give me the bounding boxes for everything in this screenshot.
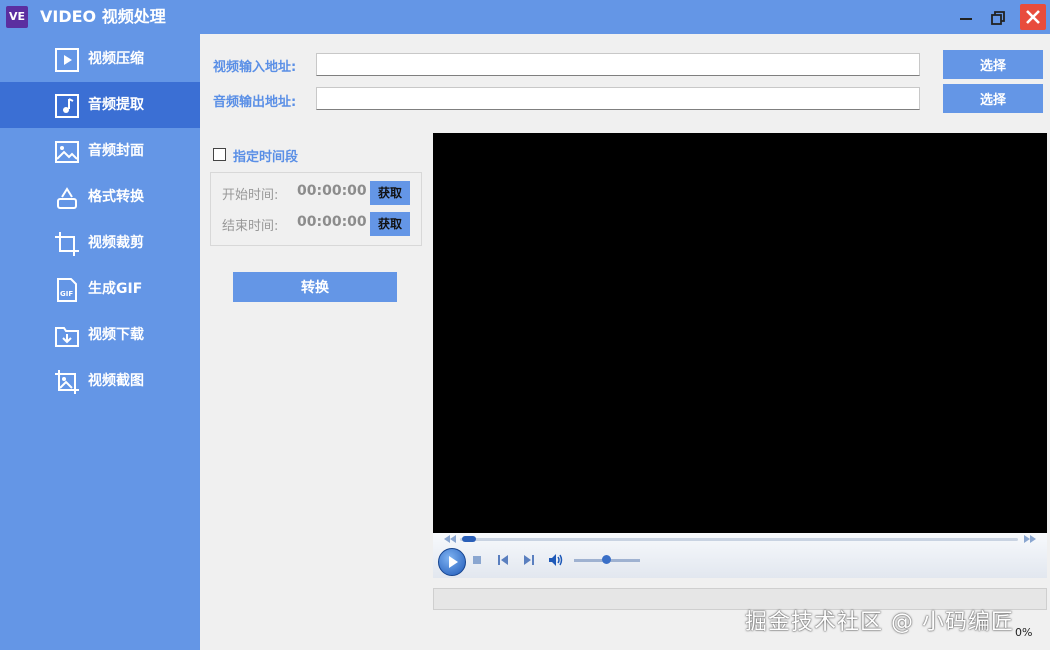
seek-bar[interactable] [460, 538, 1018, 541]
start-time-value: 00:00:00 [297, 183, 367, 199]
sidebar-item-video-crop[interactable]: 视频裁剪 [0, 220, 200, 266]
play-button[interactable] [438, 548, 466, 576]
sidebar-item-format-convert[interactable]: 格式转换 [0, 174, 200, 220]
audio-output-label: 音频输出地址: [213, 95, 297, 110]
restore-icon[interactable] [988, 8, 1008, 28]
stop-icon[interactable] [472, 555, 482, 565]
sidebar-item-audio-extract[interactable]: 音频提取 [0, 82, 200, 128]
sidebar-item-make-gif[interactable]: GIF 生成GIF [0, 266, 200, 312]
svg-text:GIF: GIF [60, 290, 73, 298]
time-range-checkbox[interactable] [213, 148, 226, 161]
rewind-icon[interactable] [444, 535, 456, 543]
sidebar-item-video-compress[interactable]: 视频压缩 [0, 36, 200, 82]
convert-icon [57, 187, 77, 209]
sidebar-item-label: 视频截图 [88, 373, 144, 389]
app-logo: VE [6, 6, 28, 28]
crop-icon [55, 232, 79, 256]
gif-file-icon: GIF [57, 278, 77, 302]
select-video-button[interactable]: 选择 [943, 50, 1043, 79]
sidebar: 视频压缩 音频提取 音频封面 格式转换 视频裁剪 GIF 生成GIF 视频下载 … [0, 34, 200, 650]
sidebar-item-label: 格式转换 [88, 189, 144, 205]
sidebar-item-label: 音频封面 [88, 143, 144, 159]
sidebar-item-audio-cover[interactable]: 音频封面 [0, 128, 200, 174]
watermark: 掘金技术社区 @ 小码编匠 [745, 610, 1014, 635]
download-folder-icon [55, 327, 79, 347]
seek-knob[interactable] [462, 536, 476, 542]
end-time-value: 00:00:00 [297, 214, 367, 230]
volume-knob[interactable] [602, 555, 611, 564]
music-note-icon [55, 94, 79, 118]
sidebar-item-label: 生成GIF [88, 281, 143, 297]
previous-icon[interactable] [497, 554, 509, 566]
sidebar-item-label: 视频下载 [88, 327, 144, 343]
title-bar: VE VIDEO 视频处理 [0, 0, 1050, 34]
app-title: VIDEO 视频处理 [40, 7, 166, 26]
video-input-field[interactable] [316, 53, 920, 76]
image-icon [55, 141, 79, 163]
sidebar-item-video-screenshot[interactable]: 视频截图 [0, 358, 200, 404]
convert-button[interactable]: 转换 [233, 272, 397, 302]
sidebar-item-video-download[interactable]: 视频下载 [0, 312, 200, 358]
sidebar-item-label: 视频裁剪 [88, 235, 144, 251]
video-input-label: 视频输入地址: [213, 60, 297, 75]
play-icon [449, 556, 458, 568]
start-time-label: 开始时间: [222, 188, 279, 203]
volume-icon[interactable] [548, 553, 564, 567]
get-end-time-button[interactable]: 获取 [370, 212, 410, 236]
end-time-label: 结束时间: [222, 219, 279, 234]
sidebar-item-label: 视频压缩 [88, 51, 144, 67]
video-player[interactable] [433, 133, 1047, 533]
next-icon[interactable] [523, 554, 535, 566]
fast-forward-icon[interactable] [1024, 535, 1036, 543]
close-icon [1026, 10, 1040, 24]
select-audio-button[interactable]: 选择 [943, 84, 1043, 113]
minimize-icon[interactable] [956, 8, 976, 28]
close-button[interactable] [1020, 4, 1046, 30]
image-crop-icon [55, 370, 79, 394]
play-box-icon [55, 48, 79, 72]
time-range-label[interactable]: 指定时间段 [233, 146, 298, 165]
progress-percent: 0% [1015, 626, 1033, 639]
audio-output-field[interactable] [316, 87, 920, 110]
get-start-time-button[interactable]: 获取 [370, 181, 410, 205]
sidebar-item-label: 音频提取 [88, 97, 144, 113]
